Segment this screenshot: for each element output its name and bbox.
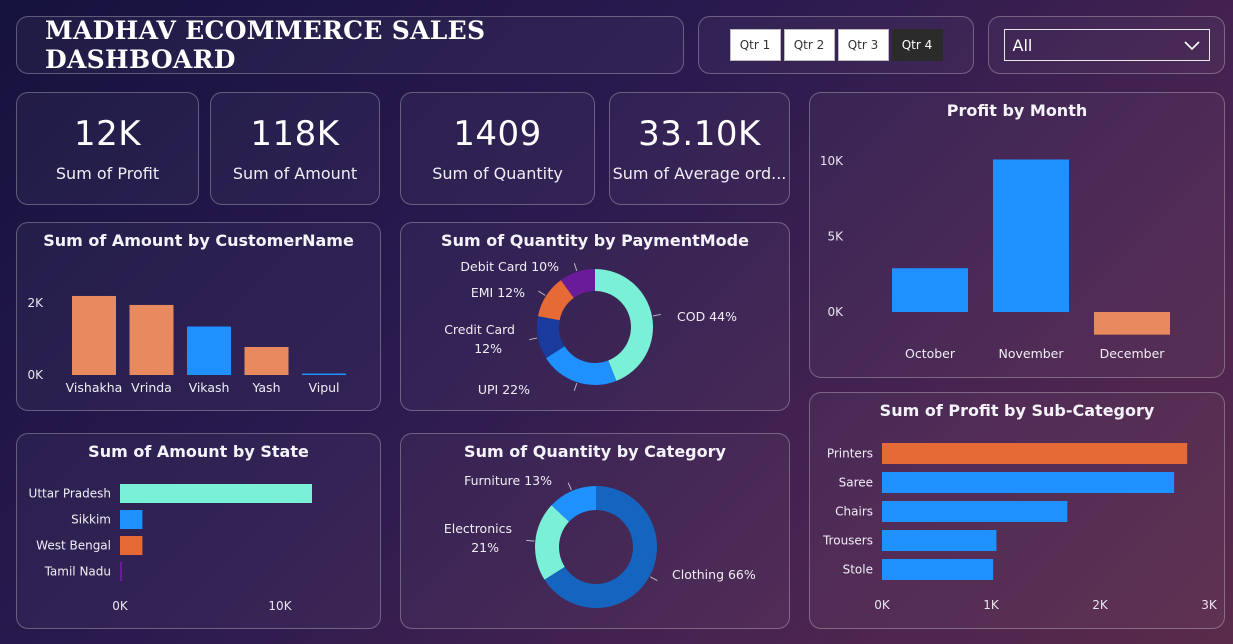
kpi-quantity-value: 1409 — [453, 114, 542, 154]
bar — [120, 562, 122, 581]
y-tick-label: 0K — [27, 368, 44, 382]
kpi-profit-value: 12K — [73, 114, 142, 154]
kpi-amount-card: 118K Sum of Amount — [210, 92, 380, 205]
bar — [302, 373, 346, 375]
y-tick-label: Uttar Pradesh — [29, 487, 111, 501]
kpi-amount-label: Sum of Amount — [232, 164, 358, 183]
bar — [244, 346, 289, 375]
y-tick-label: West Bengal — [36, 539, 111, 553]
quantity-by-category-card: Sum of Quantity by Category Clothing 66%… — [400, 433, 790, 629]
kpi-avg-order-value: 33.10K — [638, 114, 761, 154]
x-tick-label: 0K — [112, 599, 129, 613]
leader-line — [529, 337, 538, 341]
y-tick-label: Stole — [843, 563, 873, 577]
y-tick-label: 2K — [27, 296, 44, 310]
kpi-profit-label: Sum of Profit — [55, 164, 160, 183]
y-tick-label: Tamil Nadu — [44, 565, 111, 579]
filter-dropdown[interactable]: All — [1003, 29, 1210, 61]
slice-label: Electronics 21% — [444, 521, 512, 555]
page-title: MADHAV ECOMMERCE SALES DASHBOARD — [45, 16, 486, 74]
x-tick-label: Vishakha — [66, 380, 123, 395]
x-tick-label: Vrinda — [131, 380, 172, 395]
slice-label: Credit Card 12% — [444, 322, 515, 356]
bar — [882, 530, 997, 551]
slice-label: EMI 12% — [471, 285, 525, 300]
leader-line — [526, 539, 535, 542]
qtr-2-button[interactable]: Qtr 2 — [783, 29, 835, 61]
x-tick-label: 2K — [1092, 598, 1109, 612]
kpi-avg-order-card: 33.10K Sum of Average ord... — [609, 92, 790, 205]
y-tick-label: Trousers — [822, 534, 873, 548]
x-tick-label: 10K — [268, 599, 292, 613]
slice-label: Debit Card 10% — [460, 259, 559, 274]
profit-by-subcategory-chart: Printers Saree Chairs Trousers Stole 0K 1K 2K 3K — [822, 443, 1218, 612]
y-tick-label: Sikkim — [71, 513, 111, 527]
bar — [187, 326, 231, 375]
y-tick-label: 5K — [827, 230, 844, 244]
quantity-by-payment-chart: COD 44% UPI 22% Credit Card 12% EMI 12% Debit… — [444, 259, 737, 397]
amount-by-customer-card: Sum of Amount by CustomerName 0K 2K Vishak… — [16, 222, 381, 411]
y-tick-label: Saree — [839, 476, 873, 490]
bar — [72, 295, 116, 375]
x-tick-label: Vikash — [189, 380, 230, 395]
qtr-1-button[interactable]: Qtr 1 — [729, 29, 781, 61]
slice-label: COD 44% — [677, 309, 737, 324]
kpi-quantity-card: 1409 Sum of Quantity — [400, 92, 595, 205]
x-tick-label: Yash — [251, 380, 280, 395]
quantity-by-payment-card: Sum of Quantity by PaymentMode COD 44% UP… — [400, 222, 790, 411]
y-tick-label: Chairs — [835, 505, 873, 519]
x-tick-label: 1K — [983, 598, 1000, 612]
amount-by-customer-chart: 0K 2K Vishakha Vrinda Vikash Yash Vipul — [27, 295, 346, 395]
x-tick-label: November — [998, 346, 1064, 361]
bar — [882, 472, 1175, 493]
leader-line — [650, 576, 658, 582]
bar — [129, 304, 174, 375]
qtr-3-button[interactable]: Qtr 3 — [837, 29, 889, 61]
bar — [120, 510, 143, 529]
slice-label: Clothing 66% — [672, 567, 756, 582]
bar — [1094, 312, 1170, 335]
kpi-amount-value: 118K — [250, 114, 340, 154]
x-tick-label: December — [1100, 346, 1166, 361]
bar — [120, 484, 312, 503]
x-tick-label: October — [905, 346, 956, 361]
bar — [882, 501, 1068, 522]
qtr-4-button[interactable]: Qtr 4 — [891, 29, 943, 61]
chevron-down-icon — [1183, 41, 1200, 51]
title-card: MADHAV ECOMMERCE SALES DASHBOARD — [16, 16, 684, 74]
slice-label: Furniture 13% — [464, 473, 552, 488]
x-tick-label: 0K — [874, 598, 891, 612]
y-tick-label: Printers — [827, 447, 873, 461]
leader-line — [538, 290, 546, 296]
amount-by-state-chart: Uttar Pradesh Sikkim West Bengal Tamil Nadu… — [29, 484, 312, 613]
bar — [892, 268, 968, 312]
leader-line — [567, 482, 572, 491]
x-tick-label: 3K — [1201, 598, 1218, 612]
y-tick-label: 0K — [827, 305, 844, 319]
y-tick-label: 10K — [820, 154, 844, 168]
amount-by-state-card: Sum of Amount by State Uttar Pradesh Sikk… — [16, 433, 381, 629]
kpi-quantity-label: Sum of Quantity — [432, 164, 563, 183]
bar — [120, 536, 143, 555]
bar — [882, 559, 994, 580]
leader-line — [573, 263, 578, 272]
profit-by-month-card: Profit by Month 10K 5K 0K October November De… — [809, 92, 1225, 378]
slice-label: UPI 22% — [478, 382, 530, 397]
quantity-by-category-chart: Clothing 66% Electronics 21% Furniture 13% — [444, 473, 756, 608]
leader-line — [652, 313, 661, 317]
bar — [993, 159, 1069, 312]
profit-by-month-chart: 10K 5K 0K October November December — [820, 154, 1170, 361]
leader-line — [573, 382, 578, 391]
filter-card: All — [988, 16, 1225, 74]
bar — [882, 443, 1188, 464]
kpi-profit-card: 12K Sum of Profit — [16, 92, 199, 205]
filter-value: All — [1012, 35, 1033, 55]
kpi-avg-order-label: Sum of Average ord... — [612, 164, 787, 183]
x-tick-label: Vipul — [308, 380, 339, 395]
quarter-slicer: Qtr 1 Qtr 2 Qtr 3 Qtr 4 — [698, 16, 974, 74]
donut-slice — [546, 346, 617, 385]
profit-by-subcategory-card: Sum of Profit by Sub-Category Printers Sa… — [809, 392, 1225, 629]
